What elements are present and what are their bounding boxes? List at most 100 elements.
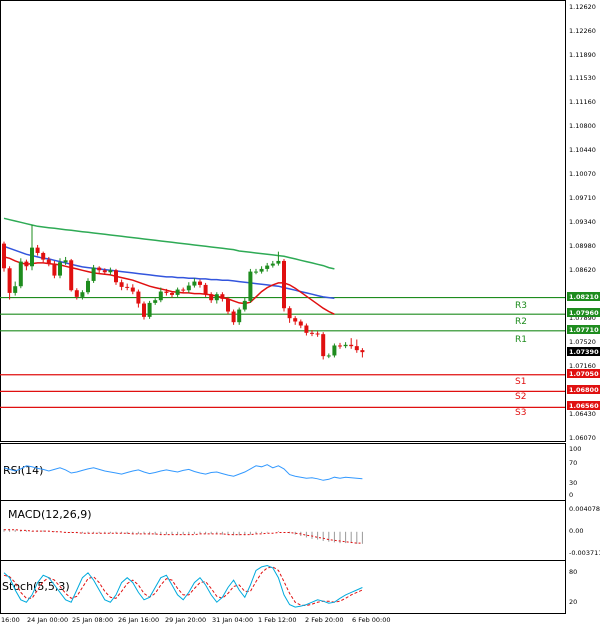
time-label-8: 2 Feb 20:00 (305, 616, 344, 624)
candle-body (153, 300, 158, 303)
candle-body (130, 287, 135, 292)
candle-body (248, 271, 253, 301)
candle-body (170, 292, 174, 295)
stoch-tick-20: 20 (569, 598, 577, 606)
level-label-s3: S3 (515, 408, 526, 418)
price-tick-1: 1.12620 (569, 3, 596, 11)
candle-body (242, 300, 247, 310)
candle (321, 332, 326, 360)
candle-body (192, 281, 197, 286)
candle-body (231, 311, 236, 323)
candle (18, 258, 23, 289)
time-label-7: 1 Feb 12:00 (258, 616, 297, 624)
candle-body (147, 302, 152, 317)
price-tick-4: 1.11530 (569, 74, 596, 82)
candle (91, 264, 96, 283)
candle-body (237, 309, 242, 323)
candle-body (304, 325, 309, 333)
candle-body (360, 350, 365, 353)
candle-body (326, 355, 331, 357)
price-tag-s3: 1.06560 (569, 402, 599, 410)
candle-body (80, 292, 85, 297)
candle-body (354, 346, 359, 351)
candle-body (270, 263, 275, 266)
time-label-9: 6 Feb 00:00 (352, 616, 391, 624)
candle-body (136, 291, 141, 304)
candle-body (276, 260, 281, 264)
rsi-tick-100: 100 (569, 445, 581, 453)
candle-body (18, 261, 23, 287)
price-tick-6: 1.10800 (569, 122, 596, 130)
candle (332, 343, 337, 358)
rsi-tick-30: 30 (569, 479, 577, 487)
candle-body (2, 243, 6, 269)
candle-body (349, 344, 354, 347)
macd-title: MACD(12,26,9) (8, 508, 92, 521)
price-tick-8: 1.10070 (569, 170, 596, 178)
time-label-3: 25 Jan 08:00 (72, 616, 113, 624)
candle-body (181, 289, 186, 291)
candle-body (97, 267, 102, 271)
candle (248, 268, 253, 303)
candle-body (41, 252, 46, 260)
price-tick-9: 1.09710 (569, 194, 596, 202)
candle-body (69, 260, 74, 291)
candle-body (46, 259, 51, 264)
candle (282, 258, 286, 312)
macd-tick-zero: 0.00 (569, 527, 583, 535)
price-tag-r1: 1.07710 (569, 326, 599, 334)
macd-tick-top: 0.004078 (569, 505, 600, 513)
price-tag-r3: 1.08210 (569, 293, 599, 301)
level-label-r1: R1 (515, 335, 527, 345)
time-label-2: 24 Jan 00:00 (27, 616, 68, 624)
candle-body (198, 281, 202, 285)
candle-body (209, 294, 214, 301)
candle-body (13, 286, 18, 293)
candle-body (7, 268, 12, 293)
price-tick-5: 1.11160 (569, 98, 596, 106)
candle-body (175, 289, 180, 295)
price-tick-3: 1.11890 (569, 51, 596, 59)
candle-body (142, 303, 146, 317)
price-tick-12: 1.08620 (569, 266, 596, 274)
level-label-s1: S1 (515, 377, 526, 387)
candle-body (321, 334, 326, 357)
candle-body (298, 321, 303, 326)
level-label-s2: S2 (515, 392, 526, 402)
price-tick-16: 1.06430 (569, 410, 596, 418)
price-tick-10: 1.09340 (569, 218, 596, 226)
rsi-title: RSI(14) (3, 464, 43, 477)
candle-body (259, 268, 264, 272)
candle (2, 241, 6, 272)
candle-body (74, 290, 79, 297)
price-tag-s1: 1.07050 (569, 370, 599, 378)
candle-body (119, 282, 124, 287)
price-tick-11: 1.08980 (569, 242, 596, 250)
candle-body (203, 284, 208, 295)
price-tag-r2: 1.07960 (569, 309, 599, 317)
time-label-5: 29 Jan 20:00 (165, 616, 206, 624)
candle-body (102, 270, 107, 273)
candle-body (343, 344, 348, 347)
candle (142, 301, 146, 320)
rsi-tick-70: 70 (569, 459, 577, 467)
candle-body (220, 294, 225, 299)
candle-body (114, 270, 118, 283)
candle (147, 300, 152, 319)
candle-body (254, 271, 258, 273)
candle-body (338, 345, 342, 347)
candle-body (226, 298, 230, 312)
candle-body (91, 267, 96, 281)
candle-body (86, 280, 90, 293)
candle-body (63, 260, 68, 263)
rsi-tick-0: 0 (569, 491, 573, 499)
level-label-r2: R2 (515, 317, 527, 327)
price-tick-7: 1.10440 (569, 146, 596, 154)
candle-body (52, 263, 57, 276)
candle-body (58, 262, 62, 276)
time-label-1: 16:00 (1, 616, 20, 624)
candle (69, 258, 74, 292)
candle-body (293, 318, 298, 322)
candle-body (35, 247, 40, 253)
candle-body (186, 285, 191, 291)
